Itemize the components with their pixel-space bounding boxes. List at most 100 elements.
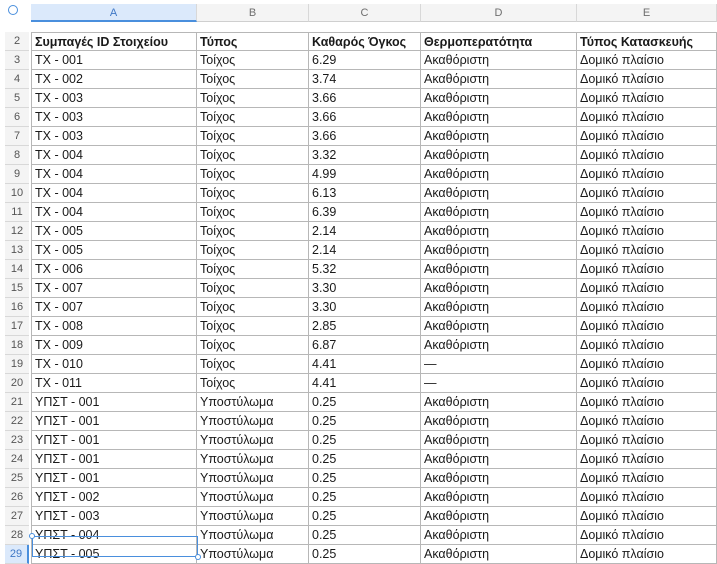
row-header-14[interactable]: 14 [5,260,29,279]
row-header-16[interactable]: 16 [5,298,29,317]
cell-a13[interactable]: ΤΧ - 005 [31,241,197,260]
cell-c12[interactable]: 2.14 [309,222,421,241]
cell-b16[interactable]: Τοίχος [197,298,309,317]
cell-c10[interactable]: 6.13 [309,184,421,203]
cell-b3[interactable]: Τοίχος [197,51,309,70]
cell-d11[interactable]: Ακαθόριστη [421,203,577,222]
row-header-24[interactable]: 24 [5,450,29,469]
cell-d5[interactable]: Ακαθόριστη [421,89,577,108]
cell-d10[interactable]: Ακαθόριστη [421,184,577,203]
cell-d8[interactable]: Ακαθόριστη [421,146,577,165]
row-header-12[interactable]: 12 [5,222,29,241]
cell-a21[interactable]: ΥΠΣΤ - 001 [31,393,197,412]
row-header-8[interactable]: 8 [5,146,29,165]
header-cell-d2[interactable]: Θερμοπερατότητα [421,32,577,51]
cell-b21[interactable]: Υποστύλωμα [197,393,309,412]
cell-e27[interactable]: Δομικό πλαίσιο [577,507,717,526]
cell-a22[interactable]: ΥΠΣΤ - 001 [31,412,197,431]
cell-a25[interactable]: ΥΠΣΤ - 001 [31,469,197,488]
cell-a11[interactable]: ΤΧ - 004 [31,203,197,222]
cell-e24[interactable]: Δομικό πλαίσιο [577,450,717,469]
cell-c6[interactable]: 3.66 [309,108,421,127]
row-header-18[interactable]: 18 [5,336,29,355]
cell-b10[interactable]: Τοίχος [197,184,309,203]
cell-d3[interactable]: Ακαθόριστη [421,51,577,70]
cell-d13[interactable]: Ακαθόριστη [421,241,577,260]
cell-c25[interactable]: 0.25 [309,469,421,488]
cell-a29[interactable]: ΥΠΣΤ - 005 [31,545,197,564]
selection-handle-top[interactable] [29,533,35,539]
row-header-17[interactable]: 17 [5,317,29,336]
cell-e8[interactable]: Δομικό πλαίσιο [577,146,717,165]
row-header-15[interactable]: 15 [5,279,29,298]
row-header-13[interactable]: 13 [5,241,29,260]
cell-a17[interactable]: ΤΧ - 008 [31,317,197,336]
cell-b13[interactable]: Τοίχος [197,241,309,260]
cell-d18[interactable]: Ακαθόριστη [421,336,577,355]
cell-a18[interactable]: ΤΧ - 009 [31,336,197,355]
column-header-b[interactable]: B [197,4,309,22]
cell-e9[interactable]: Δομικό πλαίσιο [577,165,717,184]
cell-c11[interactable]: 6.39 [309,203,421,222]
cell-e3[interactable]: Δομικό πλαίσιο [577,51,717,70]
cell-c7[interactable]: 3.66 [309,127,421,146]
cell-a20[interactable]: ΤΧ - 011 [31,374,197,393]
cell-e18[interactable]: Δομικό πλαίσιο [577,336,717,355]
row-header-20[interactable]: 20 [5,374,29,393]
cell-a10[interactable]: ΤΧ - 004 [31,184,197,203]
cell-b6[interactable]: Τοίχος [197,108,309,127]
cell-e5[interactable]: Δομικό πλαίσιο [577,89,717,108]
cell-b15[interactable]: Τοίχος [197,279,309,298]
cell-d6[interactable]: Ακαθόριστη [421,108,577,127]
cell-d23[interactable]: Ακαθόριστη [421,431,577,450]
select-all-corner[interactable] [0,0,29,22]
cell-c21[interactable]: 0.25 [309,393,421,412]
cell-d14[interactable]: Ακαθόριστη [421,260,577,279]
cell-b14[interactable]: Τοίχος [197,260,309,279]
select-all-circle-icon[interactable] [8,5,18,15]
row-header-29[interactable]: 29 [5,545,29,564]
cell-d21[interactable]: Ακαθόριστη [421,393,577,412]
cell-c28[interactable]: 0.25 [309,526,421,545]
cell-a3[interactable]: ΤΧ - 001 [31,51,197,70]
cell-a23[interactable]: ΥΠΣΤ - 001 [31,431,197,450]
cell-e29[interactable]: Δομικό πλαίσιο [577,545,717,564]
cell-c20[interactable]: 4.41 [309,374,421,393]
cell-d22[interactable]: Ακαθόριστη [421,412,577,431]
cell-c23[interactable]: 0.25 [309,431,421,450]
row-header-22[interactable]: 22 [5,412,29,431]
cell-b26[interactable]: Υποστύλωμα [197,488,309,507]
cell-c9[interactable]: 4.99 [309,165,421,184]
cell-c16[interactable]: 3.30 [309,298,421,317]
cell-e7[interactable]: Δομικό πλαίσιο [577,127,717,146]
cell-c8[interactable]: 3.32 [309,146,421,165]
header-cell-c2[interactable]: Καθαρός Όγκος [309,32,421,51]
cell-e25[interactable]: Δομικό πλαίσιο [577,469,717,488]
header-cell-a2[interactable]: Συμπαγές ID Στοιχείου [31,32,197,51]
cell-e12[interactable]: Δομικό πλαίσιο [577,222,717,241]
cell-e15[interactable]: Δομικό πλαίσιο [577,279,717,298]
cell-c15[interactable]: 3.30 [309,279,421,298]
cell-a14[interactable]: ΤΧ - 006 [31,260,197,279]
cell-c17[interactable]: 2.85 [309,317,421,336]
cell-b8[interactable]: Τοίχος [197,146,309,165]
cell-c18[interactable]: 6.87 [309,336,421,355]
cell-c26[interactable]: 0.25 [309,488,421,507]
cell-b29[interactable]: Υποστύλωμα [197,545,309,564]
column-header-e[interactable]: E [577,4,717,22]
cell-d4[interactable]: Ακαθόριστη [421,70,577,89]
cell-b23[interactable]: Υποστύλωμα [197,431,309,450]
cell-b27[interactable]: Υποστύλωμα [197,507,309,526]
cell-a8[interactable]: ΤΧ - 004 [31,146,197,165]
header-cell-e2[interactable]: Τύπος Κατασκευής [577,32,717,51]
cell-a24[interactable]: ΥΠΣΤ - 001 [31,450,197,469]
cell-b25[interactable]: Υποστύλωμα [197,469,309,488]
cell-e6[interactable]: Δομικό πλαίσιο [577,108,717,127]
cell-b12[interactable]: Τοίχος [197,222,309,241]
cell-d28[interactable]: Ακαθόριστη [421,526,577,545]
cell-b28[interactable]: Υποστύλωμα [197,526,309,545]
cell-b22[interactable]: Υποστύλωμα [197,412,309,431]
row-header-10[interactable]: 10 [5,184,29,203]
cell-d15[interactable]: Ακαθόριστη [421,279,577,298]
cell-c5[interactable]: 3.66 [309,89,421,108]
